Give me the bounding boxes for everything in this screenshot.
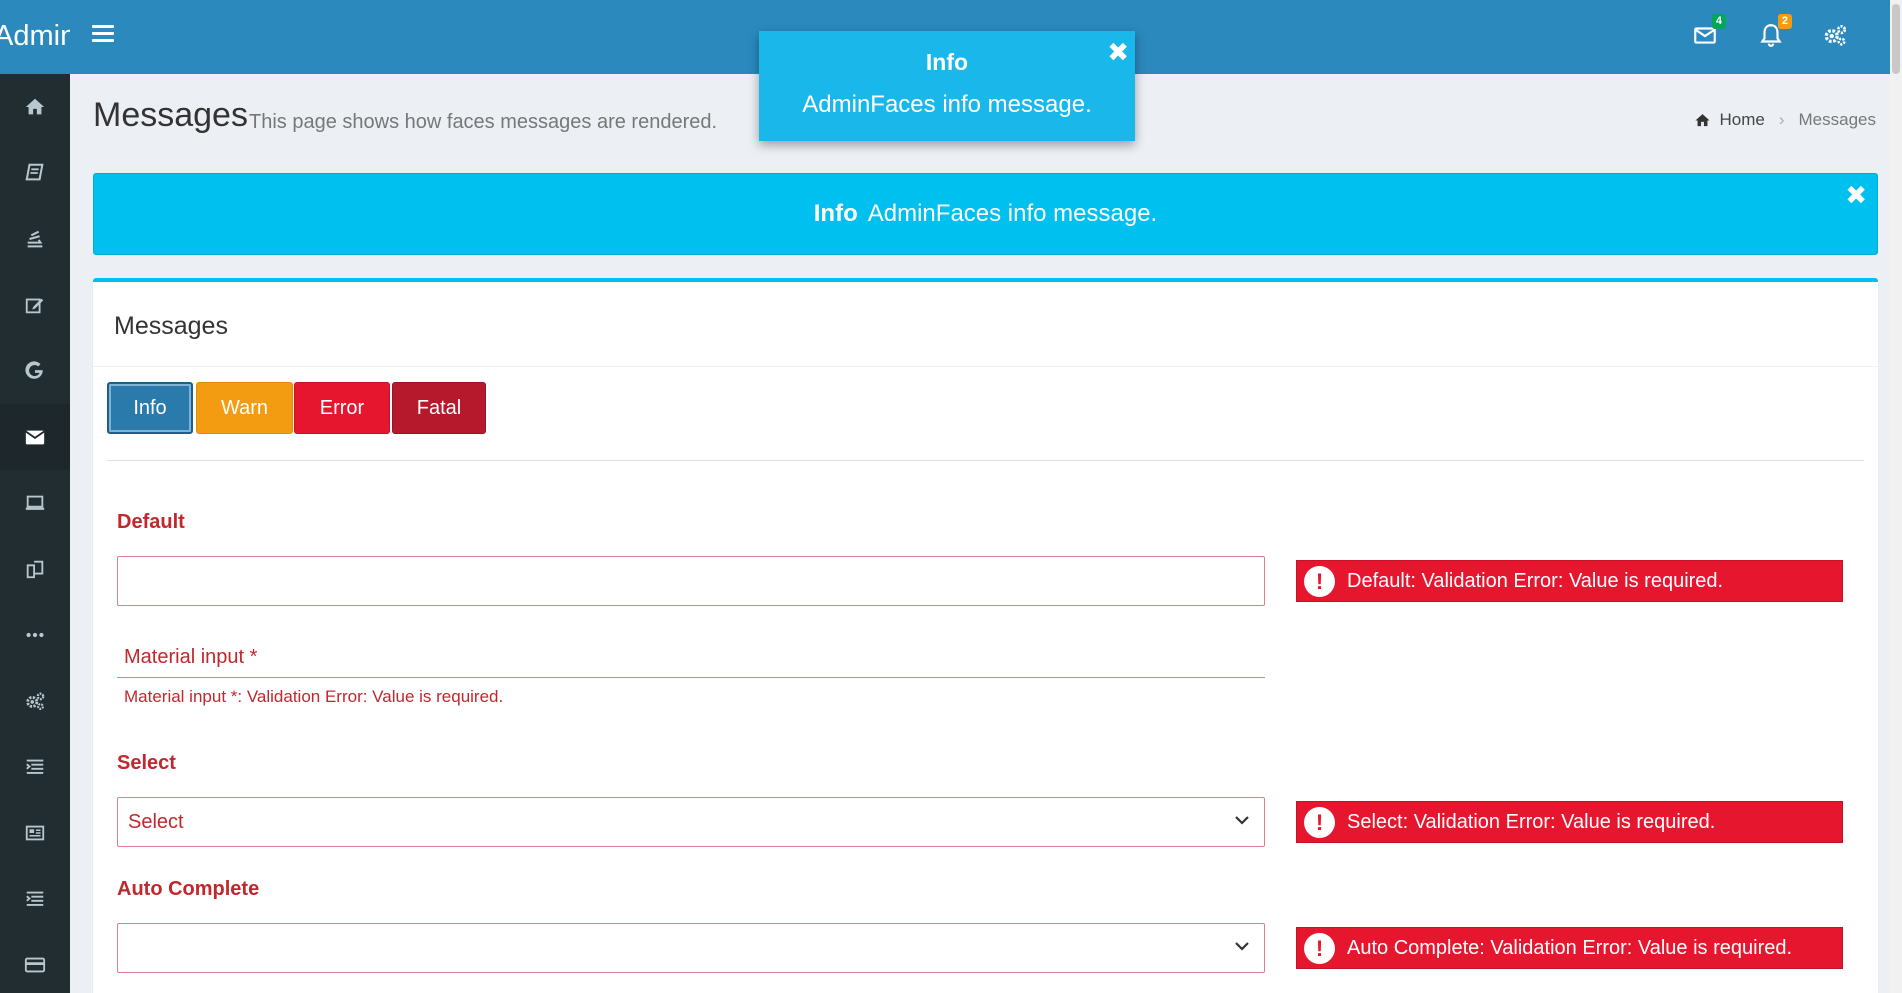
- warn-button[interactable]: Warn: [196, 382, 293, 434]
- list-icon: [26, 759, 44, 774]
- messages-box: Messages Info Warn Error Fatal Default !…: [93, 278, 1878, 993]
- section-divider: [107, 460, 1864, 461]
- page-title: Messages: [93, 96, 248, 134]
- error-icon: !: [1304, 933, 1335, 964]
- growl-close-icon[interactable]: ✖: [1107, 37, 1129, 68]
- select-label: Select: [117, 752, 176, 774]
- sidebar-item-google[interactable]: [0, 338, 70, 404]
- sidebar-item-home[interactable]: [0, 74, 70, 140]
- sidebar-item-messages[interactable]: [0, 404, 70, 470]
- edit-icon: [25, 298, 44, 314]
- envelope-icon: [25, 430, 45, 445]
- credit-card-icon: [24, 957, 46, 973]
- breadcrumb: Home › Messages: [1694, 110, 1876, 130]
- sidebar-item-copy[interactable]: [0, 536, 70, 602]
- select-value: Select: [128, 810, 184, 833]
- breadcrumb-separator-icon: ›: [1778, 110, 1785, 129]
- sidebar-toggle-button[interactable]: [92, 25, 114, 47]
- book-icon: [25, 163, 44, 181]
- autocomplete-label: Auto Complete: [117, 878, 260, 900]
- select-error-text: Select: Validation Error: Value is requi…: [1347, 810, 1716, 833]
- sidebar-item-news[interactable]: [0, 800, 70, 866]
- error-icon: !: [1304, 807, 1335, 838]
- logo-text: Admin: [0, 20, 70, 52]
- laptop-icon: [25, 495, 45, 510]
- page-scrollbar[interactable]: [1890, 0, 1902, 993]
- copy-icon: [26, 560, 44, 579]
- select-dropdown[interactable]: Select: [117, 797, 1265, 847]
- material-input-label: Material input *: [124, 646, 258, 668]
- chevron-down-icon: [1235, 942, 1249, 951]
- list-icon: [26, 891, 44, 906]
- menu-icon-bar: [92, 39, 114, 42]
- default-error-message: ! Default: Validation Error: Value is re…: [1296, 560, 1843, 602]
- alert-close-icon[interactable]: ✖: [1845, 180, 1867, 211]
- home-icon: [1695, 113, 1711, 126]
- sidebar-item-book[interactable]: [0, 140, 70, 206]
- ellipsis-icon: [26, 632, 44, 638]
- notifications-count-badge: 2: [1777, 14, 1792, 29]
- settings-menu-button[interactable]: [1822, 22, 1852, 52]
- breadcrumb-home-link[interactable]: Home: [1719, 110, 1764, 130]
- material-error-message: Material input *: Validation Error: Valu…: [124, 687, 504, 706]
- sidebar-item-payment[interactable]: [0, 932, 70, 993]
- menu-icon-bar: [92, 32, 114, 35]
- google-icon: [25, 361, 43, 379]
- select-error-message: ! Select: Validation Error: Value is req…: [1296, 801, 1843, 843]
- growl-title: Info: [925, 49, 969, 75]
- chevron-down-icon: [1235, 816, 1249, 825]
- scrollbar-thumb[interactable]: [1892, 4, 1900, 74]
- growl-message: AdminFaces info message.: [802, 91, 1092, 118]
- autocomplete-dropdown[interactable]: [117, 923, 1265, 973]
- sidebar-item-more[interactable]: [0, 602, 70, 668]
- sidebar-item-edit[interactable]: [0, 272, 70, 338]
- page-subtitle: This page shows how faces messages are r…: [249, 111, 718, 133]
- material-input[interactable]: [117, 677, 1265, 678]
- info-alert: Info AdminFaces info message. ✖: [93, 173, 1878, 255]
- info-button[interactable]: Info: [107, 382, 193, 434]
- fatal-button[interactable]: Fatal: [392, 382, 486, 434]
- growl-notification: Info AdminFaces info message. ✖: [759, 31, 1135, 141]
- home-icon: [25, 98, 45, 115]
- breadcrumb-current: Messages: [1798, 110, 1876, 129]
- alert-message: AdminFaces info message.: [867, 200, 1158, 227]
- sidebar-item-list[interactable]: [0, 734, 70, 800]
- sidebar-item-settings[interactable]: [0, 668, 70, 734]
- default-label: Default: [117, 511, 185, 533]
- default-error-text: Default: Validation Error: Value is requ…: [1347, 569, 1724, 592]
- cogs-icon: [26, 692, 45, 710]
- sidebar-item-list-2[interactable]: [0, 866, 70, 932]
- error-icon: !: [1304, 566, 1335, 597]
- messages-count-badge: 4: [1711, 14, 1726, 29]
- app-logo[interactable]: Admin: [0, 0, 70, 74]
- box-title: Messages: [114, 312, 228, 340]
- messages-menu-button[interactable]: 4: [1692, 14, 1726, 52]
- sidebar-item-laptop[interactable]: [0, 470, 70, 536]
- menu-icon: [92, 25, 114, 28]
- sidebar: Admin: [0, 0, 70, 993]
- box-header-divider: [93, 366, 1878, 367]
- notifications-menu-button[interactable]: 2: [1758, 14, 1792, 52]
- sidebar-item-stack[interactable]: [0, 206, 70, 272]
- autocomplete-error-message: ! Auto Complete: Validation Error: Value…: [1296, 927, 1843, 969]
- default-input[interactable]: [117, 556, 1265, 606]
- newspaper-icon: [25, 825, 45, 841]
- cogs-icon: [1824, 24, 1847, 46]
- error-button[interactable]: Error: [294, 382, 390, 434]
- alert-title: Info: [813, 200, 858, 227]
- autocomplete-error-text: Auto Complete: Validation Error: Value i…: [1347, 936, 1793, 959]
- stack-icon: [27, 230, 43, 248]
